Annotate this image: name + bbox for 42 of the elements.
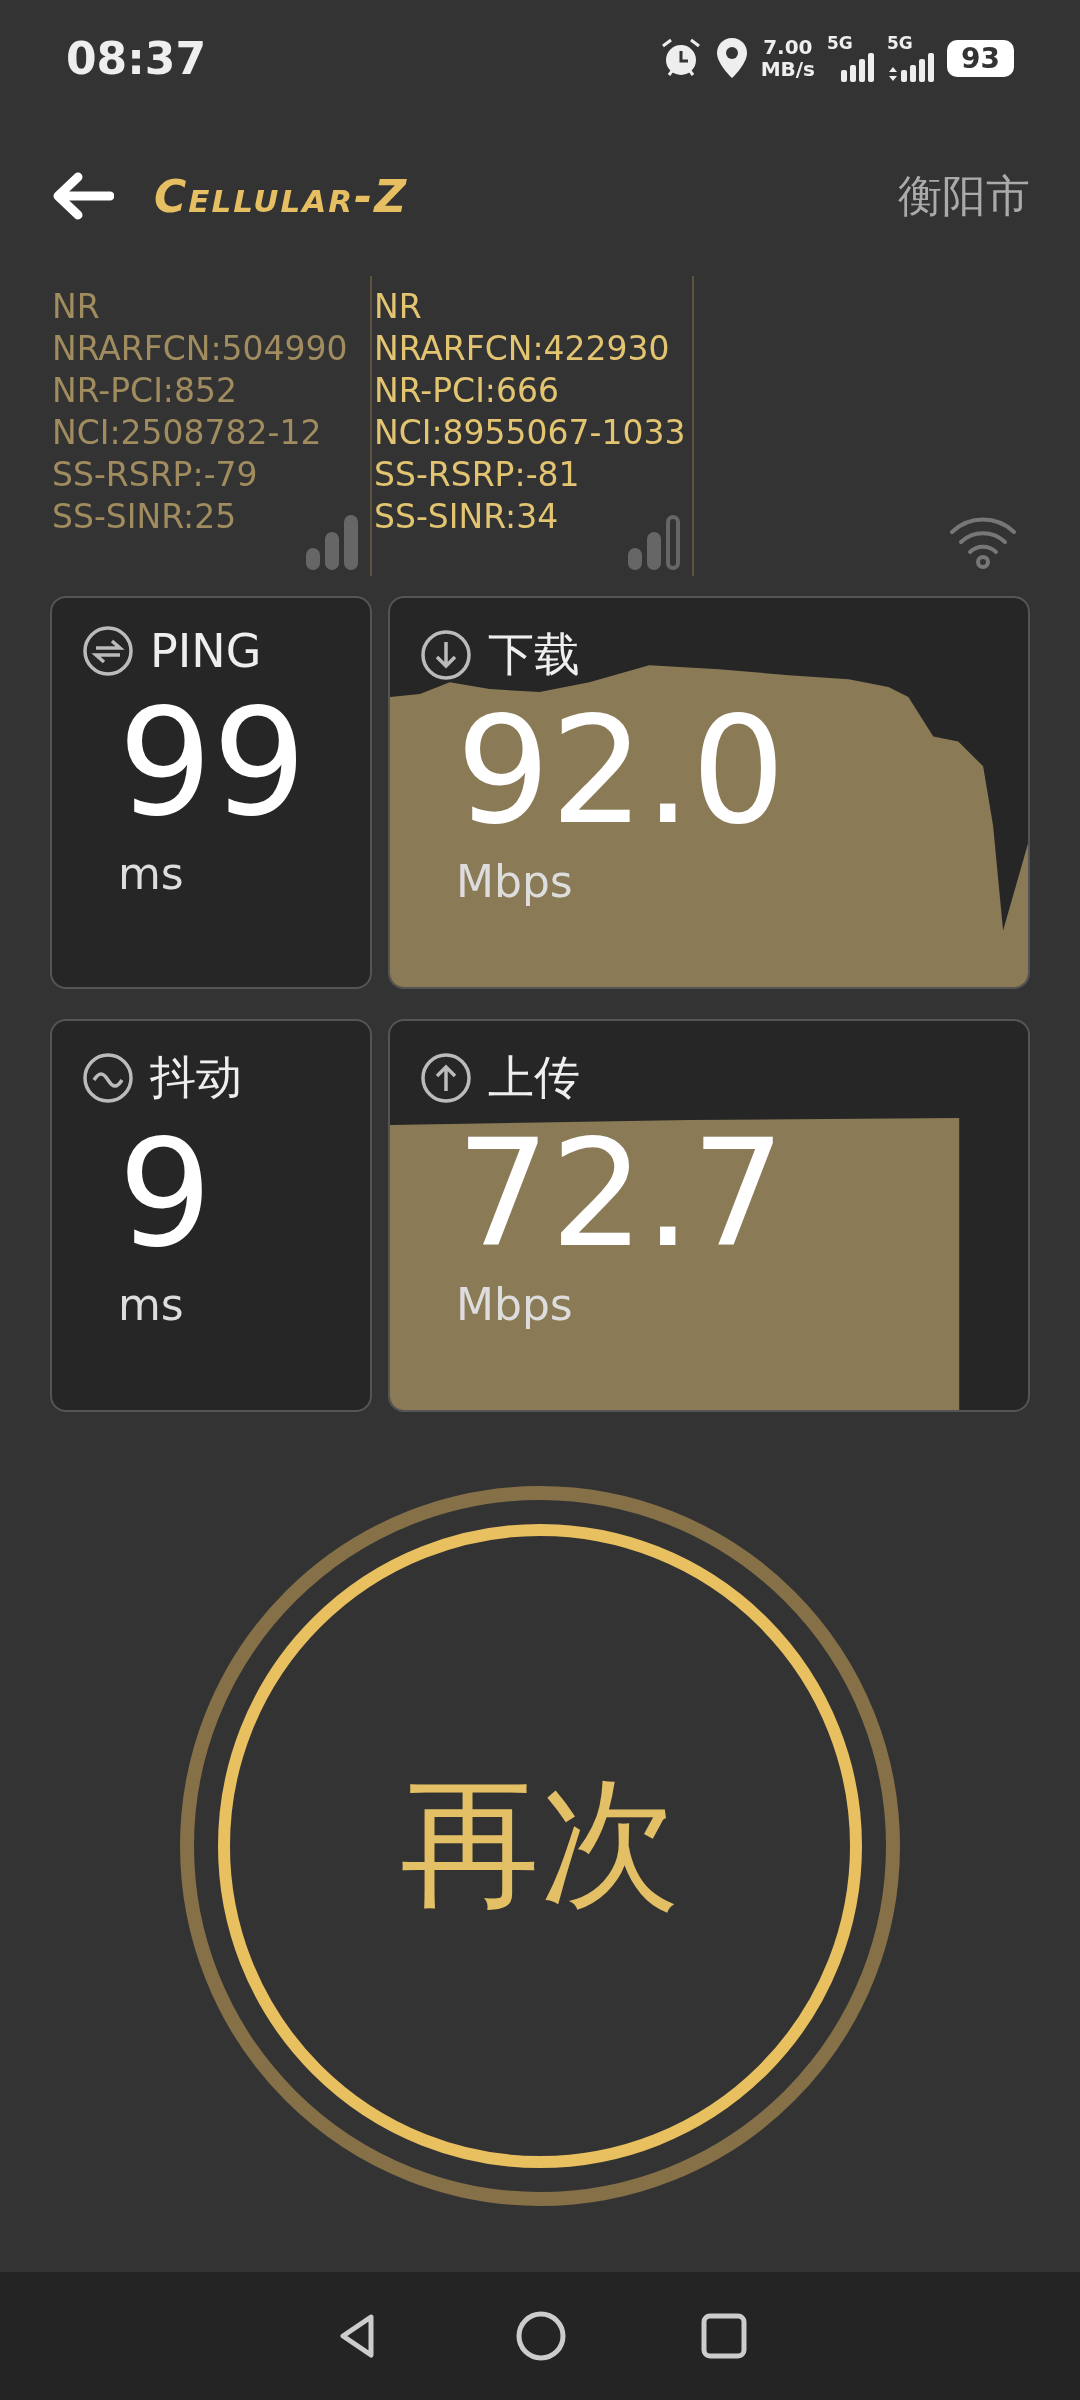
metric-unit: ms xyxy=(118,848,185,899)
metric-value: 92.0 xyxy=(456,686,787,856)
metric-label: 下载 xyxy=(488,626,580,683)
cell-info-line: SS-SINR:25 xyxy=(52,496,238,538)
cell-info-line: NR xyxy=(52,286,101,328)
metric-label: 上传 xyxy=(488,1049,580,1106)
ping-icon xyxy=(82,625,134,677)
cell-info-line: NCI:8955067-1033 xyxy=(374,412,687,454)
metric-value: 72.7 xyxy=(456,1109,787,1279)
cell-info-line: SS-SINR:34 xyxy=(374,496,560,538)
location-label: 衡阳市 xyxy=(898,168,1030,223)
network-speed: 7.00 MB/s xyxy=(760,36,816,80)
signal-bars-icon xyxy=(626,514,682,570)
upload-icon xyxy=(420,1052,472,1104)
metric-unit: Mbps xyxy=(456,1279,574,1330)
location-icon xyxy=(714,36,749,80)
status-time: 08:37 xyxy=(66,32,207,84)
cell-info-line: NR-PCI:666 xyxy=(374,370,560,412)
home-icon[interactable] xyxy=(515,2310,567,2362)
cell-info-line: NCI:2508782-12 xyxy=(52,412,323,454)
metric-unit: ms xyxy=(118,1279,185,1330)
download-icon xyxy=(420,629,472,681)
cell-info-line: SS-RSRP:-81 xyxy=(374,454,581,496)
battery-indicator: 93 xyxy=(947,39,1014,77)
cell-info-line: SS-RSRP:-79 xyxy=(52,454,259,496)
network-type-label: 5G xyxy=(827,34,853,52)
cell-info-line: NR xyxy=(374,286,423,328)
recents-icon[interactable] xyxy=(699,2312,748,2360)
cell-info-line: NRARFCN:504990 xyxy=(52,328,349,370)
cell-info-line: NRARFCN:422930 xyxy=(374,328,671,370)
signal-bars-icon xyxy=(304,514,360,570)
metric-value: 99 xyxy=(118,678,308,848)
metric-unit: Mbps xyxy=(456,856,574,907)
metric-label: PING xyxy=(150,624,262,678)
cell-info-line: NR-PCI:852 xyxy=(52,370,238,412)
retest-button[interactable]: 再次 xyxy=(180,1486,900,2206)
wave-icon xyxy=(82,1052,134,1104)
metric-value: 9 xyxy=(118,1109,214,1279)
network-type-label: 5G xyxy=(887,34,913,52)
app-logo: Cellular-Z xyxy=(154,170,409,222)
signal-icon xyxy=(887,52,936,82)
metric-label: 抖动 xyxy=(150,1049,242,1106)
